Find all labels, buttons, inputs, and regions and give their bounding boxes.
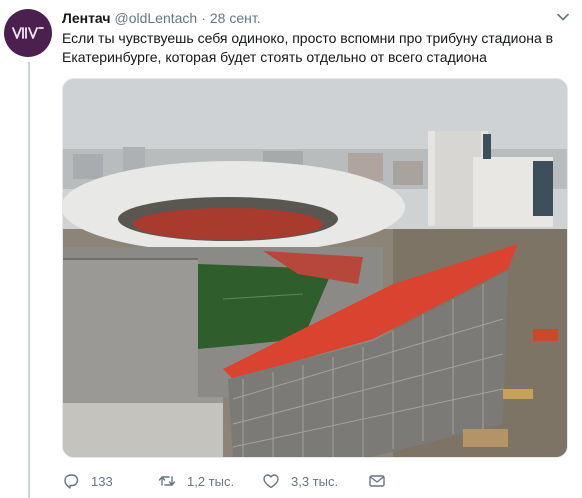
like-count: 3,3 тыс. xyxy=(291,473,339,489)
author-name[interactable]: Лентач xyxy=(62,10,111,26)
reply-button[interactable]: 133 xyxy=(62,472,142,490)
tweet-header: Лентач @oldLentach · 28 сент. xyxy=(62,9,261,27)
like-button[interactable]: 3,3 тыс. xyxy=(262,472,352,490)
tweet-text: Если ты чувствуешь себя одиноко, просто … xyxy=(62,30,554,65)
direct-message-button[interactable] xyxy=(368,472,386,490)
reply-icon xyxy=(64,474,79,489)
caret-down-icon[interactable] xyxy=(556,10,570,24)
stadium-photo xyxy=(63,79,567,457)
retweet-icon xyxy=(158,476,176,486)
tweet[interactable]: Лентач @oldLentach · 28 сент. Если ты чу… xyxy=(0,0,582,498)
author-handle[interactable]: @oldLentach xyxy=(115,10,198,26)
tweet-actions: 133 1,2 тыс. 3,3 тыс. xyxy=(62,470,402,492)
retweet-count: 1,2 тыс. xyxy=(187,473,235,489)
avatar[interactable] xyxy=(4,9,52,57)
tweet-photo[interactable] xyxy=(62,78,568,458)
like-icon xyxy=(263,474,279,489)
lentach-logo-icon xyxy=(12,27,44,39)
retweet-button[interactable]: 1,2 тыс. xyxy=(158,472,246,490)
reply-count: 133 xyxy=(91,473,113,489)
thread-line xyxy=(28,62,30,498)
separator-dot: · xyxy=(201,10,206,26)
direct-message-icon xyxy=(369,475,385,487)
tweet-timestamp[interactable]: 28 сент. xyxy=(210,10,261,26)
